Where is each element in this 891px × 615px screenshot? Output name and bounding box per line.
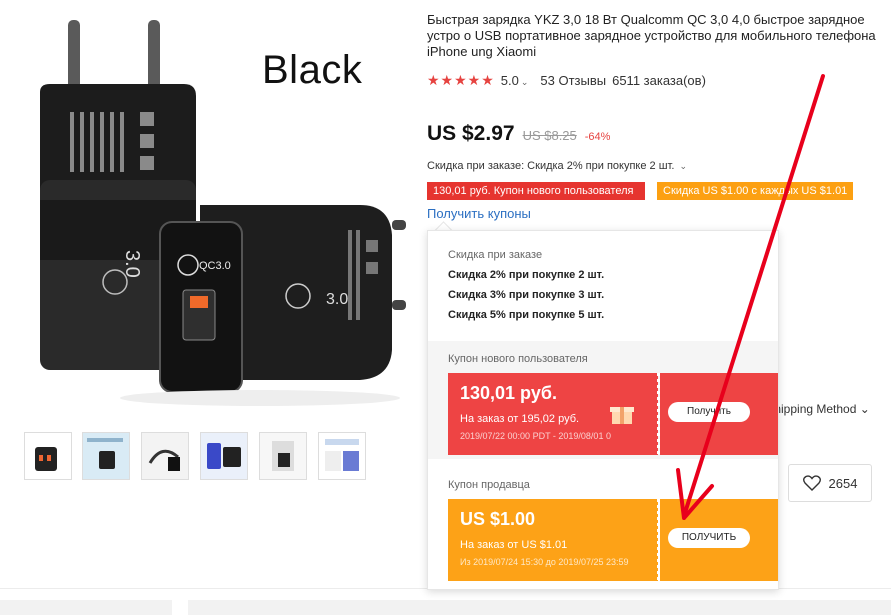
seller-coupon-section: Купон продавца US $1.00 На заказ от US $…: [428, 465, 778, 589]
old-price: US $8.25: [522, 128, 577, 143]
current-price: US $2.97: [427, 122, 515, 145]
discount-tier: Скидка 3% при покупке 3 шт.: [448, 289, 605, 301]
rating-row: ★★★★★ 5.0 ⌄ 53 Отзывы 6511 заказа(ов): [427, 72, 706, 89]
seller-coupon-title: Купон продавца: [448, 479, 530, 491]
thumbnail-5[interactable]: [259, 432, 307, 480]
get-seller-coupon-button[interactable]: ПОЛУЧИТЬ: [668, 528, 750, 548]
coupon-dates: Из 2019/07/24 15:30 до 2019/07/25 23:59: [460, 557, 629, 567]
coupon-amount: 130,01 руб.: [460, 383, 557, 403]
bulk-discount-section: Скидка при заказе Скидка 2% при покупке …: [428, 231, 778, 335]
seller-coupon-ticket: US $1.00 На заказ от US $1.01 Из 2019/07…: [448, 499, 778, 581]
chevron-down-icon: ⌄: [679, 161, 688, 171]
thumbnail-3[interactable]: [141, 432, 189, 480]
bulk-discount-toggle[interactable]: Скидка при заказе: Скидка 2% при покупке…: [427, 160, 687, 172]
new-user-coupon-chip[interactable]: 130,01 руб. Купон нового пользователя: [427, 182, 645, 200]
discount-badge: -64%: [584, 131, 611, 143]
get-coupons-link[interactable]: Получить купоны: [427, 206, 531, 221]
heart-icon: [802, 475, 821, 491]
thumbnail-1[interactable]: [24, 432, 72, 480]
bulk-discount-title: Скидка при заказе: [448, 249, 543, 261]
orders-count: 6511 заказа(ов): [612, 73, 706, 88]
chevron-down-icon: ⌄: [859, 402, 870, 416]
wishlist-button[interactable]: 2654: [788, 464, 872, 502]
wishlist-count: 2654: [828, 475, 858, 491]
discount-tier: Скидка 2% при покупке 2 шт.: [448, 269, 605, 281]
new-user-coupon-title: Купон нового пользователя: [448, 353, 588, 365]
get-new-user-coupon-button[interactable]: Получить: [668, 402, 750, 422]
thumbnail-4[interactable]: [200, 432, 248, 480]
color-caption: Black: [262, 48, 363, 92]
svg-text:3.0: 3.0: [121, 250, 143, 278]
coupon-dates: 2019/07/22 00:00 PDT - 2019/08/01 0: [460, 431, 611, 441]
product-title: Быстрая зарядка YKZ 3,0 18 Вт Qualcomm Q…: [427, 12, 876, 59]
discount-tier: Скидка 5% при покупке 5 шт.: [448, 309, 605, 321]
chevron-down-icon: ⌄: [520, 77, 529, 87]
price-row: US $2.97 US $8.25 -64%: [427, 122, 610, 146]
thumbnail-6[interactable]: [318, 432, 366, 480]
rating-score[interactable]: 5.0 ⌄: [501, 73, 529, 88]
svg-text:QC3.0: QC3.0: [199, 260, 231, 272]
coupon-min-order: На заказ от US $1.01: [460, 539, 568, 551]
product-main-image[interactable]: 3.0 QC3.0 3.0 Black: [0, 0, 420, 420]
coupon-amount: US $1.00: [460, 509, 536, 529]
star-rating-icon: ★★★★★: [427, 72, 495, 88]
bottom-panel-left: [0, 600, 172, 615]
reviews-link[interactable]: 53 Отзывы: [540, 73, 606, 88]
new-user-coupon-ticket: 130,01 руб. На заказ от 195,02 руб. 2019…: [448, 373, 778, 455]
gift-icon: [610, 407, 634, 424]
bottom-panel-main: [188, 600, 891, 615]
seller-coupon-chip[interactable]: Скидка US $1.00 с каждых US $1.01: [657, 182, 853, 200]
new-user-coupon-section: Купон нового пользователя 130,01 руб. На…: [428, 341, 778, 459]
thumbnail-2[interactable]: [82, 432, 130, 480]
coupon-min-order: На заказ от 195,02 руб.: [460, 413, 580, 425]
svg-text:3.0: 3.0: [326, 291, 348, 308]
coupons-dropdown: Скидка при заказе Скидка 2% при покупке …: [427, 230, 779, 590]
